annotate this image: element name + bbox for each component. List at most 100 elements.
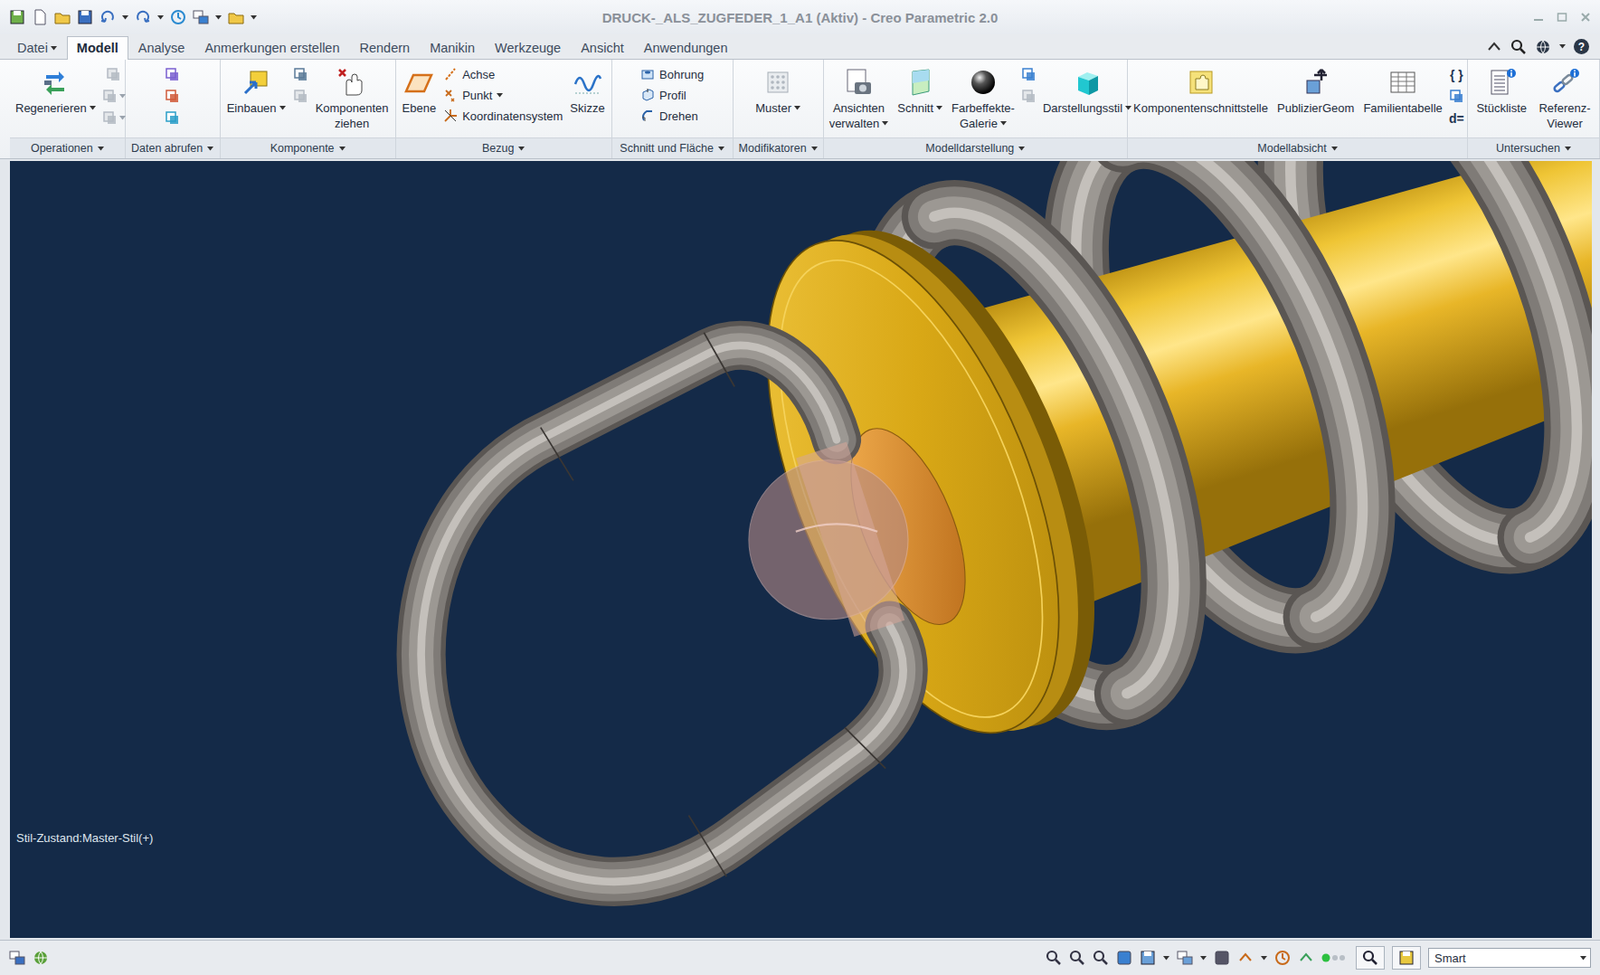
dropdown-arrow-icon[interactable] — [50, 46, 57, 51]
ribbon-icon-button[interactable]: { } — [1449, 66, 1464, 84]
ribbon-button[interactable]: Referenz-Viewer — [1535, 63, 1593, 133]
ribbon-icon-button[interactable] — [1021, 66, 1037, 84]
ribbon-small-button[interactable]: Profil — [640, 85, 704, 105]
ribbon-button[interactable]: Ansichtenverwalten — [826, 63, 892, 133]
box-icon[interactable] — [1398, 949, 1415, 966]
maximize-icon[interactable] — [1556, 11, 1568, 23]
dropdown-arrow-icon[interactable] — [157, 15, 164, 20]
zoom-in-icon[interactable] — [1069, 949, 1086, 966]
regen-status-icon[interactable] — [32, 949, 49, 966]
ribbon-tab[interactable]: Werkzeuge — [484, 36, 571, 60]
dropdown-arrow-icon[interactable] — [794, 105, 801, 111]
open-folder-icon[interactable] — [54, 9, 71, 26]
ribbon-tab[interactable]: Analyse — [128, 36, 196, 60]
ribbon-icon-button[interactable] — [293, 66, 309, 84]
ribbon-tab[interactable]: Datei — [7, 36, 67, 60]
search-icon[interactable] — [1510, 38, 1527, 56]
ribbon-tab[interactable]: Rendern — [350, 36, 421, 60]
annotation-display-icon[interactable] — [1297, 949, 1315, 966]
ribbon-small-button[interactable]: Drehen — [640, 106, 704, 125]
undo-icon[interactable] — [99, 9, 116, 26]
ribbon-group-label[interactable]: Komponente — [220, 137, 396, 159]
ribbon-tab[interactable]: Modell — [66, 36, 129, 60]
ribbon-icon-button[interactable] — [102, 109, 126, 127]
ribbon-tab[interactable]: Ansicht — [570, 36, 635, 60]
dropdown-arrow-icon[interactable] — [1163, 956, 1170, 961]
graphics-window[interactable]: Stil-Zustand:Master-Stil(+) — [9, 160, 1592, 938]
ribbon-group-label[interactable]: Operationen — [9, 137, 125, 159]
ribbon-small-button[interactable]: Punkt — [443, 85, 563, 105]
ribbon-button[interactable]: Komponentenschnittstelle — [1130, 63, 1271, 117]
dropdown-arrow-icon[interactable] — [936, 105, 943, 111]
dropdown-arrow-icon[interactable] — [1580, 956, 1587, 961]
dropdown-arrow-icon[interactable] — [89, 105, 96, 111]
dropdown-arrow-icon[interactable] — [122, 15, 129, 20]
save-icon[interactable] — [76, 9, 94, 26]
ribbon-icon-button[interactable] — [164, 87, 180, 105]
ribbon-tab[interactable]: Anmerkungen erstellen — [194, 36, 350, 60]
dropdown-arrow-icon[interactable] — [496, 93, 503, 98]
selection-box-button[interactable] — [1391, 946, 1421, 970]
ribbon-button[interactable]: Schnitt — [894, 63, 946, 117]
dropdown-arrow-icon[interactable] — [339, 146, 346, 152]
ribbon-group-label[interactable]: Daten abrufen — [125, 137, 220, 159]
ribbon-group-label[interactable]: Untersuchen — [1467, 137, 1600, 159]
minimize-icon[interactable] — [1533, 11, 1544, 23]
model-tree-icon[interactable] — [9, 949, 26, 966]
browser-icon[interactable] — [1534, 38, 1552, 56]
dropdown-arrow-icon[interactable] — [518, 146, 525, 152]
ribbon-button[interactable]: Regenerieren — [12, 63, 99, 117]
dropdown-arrow-icon[interactable] — [250, 15, 257, 20]
dropdown-arrow-icon[interactable] — [1018, 146, 1025, 152]
ribbon-group-label[interactable]: Schnitt und Fläche — [612, 137, 733, 159]
zoom-out-icon[interactable] — [1092, 949, 1109, 966]
ribbon-small-button[interactable]: Bohrung — [640, 65, 704, 84]
ribbon-icon-button[interactable]: d= — [1448, 109, 1465, 127]
ribbon-group-label[interactable]: Bezug — [396, 137, 612, 159]
ribbon-button[interactable]: Stückliste — [1473, 63, 1530, 117]
new-file-icon[interactable] — [31, 9, 48, 26]
ribbon-icon-button[interactable] — [102, 87, 126, 105]
dropdown-arrow-icon[interactable] — [1125, 105, 1132, 111]
filter-dropdown[interactable]: Smart — [1428, 947, 1591, 968]
help-button[interactable]: ? — [1573, 38, 1590, 55]
ribbon-icon-button[interactable] — [1448, 87, 1465, 105]
dropdown-arrow-icon[interactable] — [1200, 956, 1207, 961]
app-icon[interactable] — [9, 9, 26, 26]
repaint-icon[interactable] — [1116, 949, 1133, 966]
ribbon-icon-button[interactable] — [1021, 87, 1037, 105]
dropdown-arrow-icon[interactable] — [97, 146, 105, 152]
datum-display-icon[interactable] — [1237, 949, 1254, 966]
dropdown-arrow-icon[interactable] — [1564, 146, 1572, 152]
ribbon-button[interactable]: Familientabelle — [1360, 63, 1445, 117]
regenerate-small-icon[interactable] — [170, 9, 187, 26]
ribbon-button[interactable]: Skizze — [567, 63, 607, 117]
ribbon-button[interactable]: Komponentenziehen — [312, 63, 392, 133]
windows-icon[interactable] — [192, 9, 209, 26]
ribbon-small-button[interactable]: Koordinatensystem — [443, 106, 563, 125]
ribbon-group-label[interactable]: Modelldarstellung — [823, 137, 1127, 159]
ribbon-tab[interactable]: Manikin — [419, 36, 485, 60]
collapse-ribbon-icon[interactable] — [1486, 38, 1503, 56]
dropdown-arrow-icon[interactable] — [811, 146, 818, 152]
model-viewport-canvas[interactable] — [9, 160, 1592, 938]
ribbon-icon-button[interactable] — [293, 87, 309, 105]
ribbon-group-label[interactable]: Modellabsicht — [1127, 137, 1468, 159]
dropdown-arrow-icon[interactable] — [1559, 44, 1566, 49]
ribbon-tab[interactable]: Anwendungen — [634, 36, 739, 60]
redo-icon[interactable] — [134, 9, 152, 26]
dropdown-arrow-icon[interactable] — [1000, 121, 1007, 126]
ribbon-group-label[interactable]: Modifikatoren — [733, 137, 824, 159]
saved-orientations-icon[interactable] — [1213, 949, 1231, 966]
dropdown-arrow-icon[interactable] — [279, 105, 286, 111]
ribbon-button[interactable]: PublizierGeom — [1274, 63, 1357, 117]
ribbon-icon-button[interactable] — [164, 66, 180, 84]
spin-center-icon[interactable] — [1274, 949, 1291, 966]
ribbon-icon-button[interactable] — [105, 66, 122, 84]
binoculars-icon[interactable] — [1362, 949, 1379, 966]
ribbon-icon-button[interactable] — [164, 109, 180, 127]
close-icon[interactable] — [1580, 11, 1591, 23]
ribbon-button[interactable]: Farbeffekte-Galerie — [948, 63, 1018, 133]
ribbon-button[interactable]: Einbauen — [224, 63, 289, 117]
ribbon-button[interactable]: Ebene — [399, 63, 440, 117]
